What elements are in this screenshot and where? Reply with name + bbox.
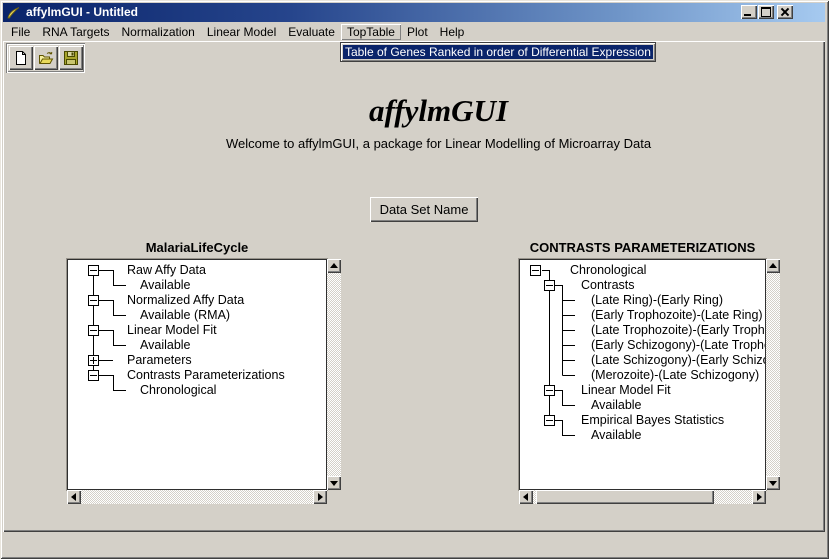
arrow-right-icon xyxy=(318,493,323,501)
tree-node[interactable]: Available xyxy=(140,338,191,352)
app-feather-icon xyxy=(6,6,22,20)
tree-node[interactable]: (Late Schizogony)-(Early Schizogony) xyxy=(591,353,766,367)
save-floppy-icon xyxy=(63,50,79,66)
arrow-up-icon xyxy=(330,263,338,268)
toptable-dropdown-menu: Table of Genes Ranked in order of Differ… xyxy=(340,42,656,62)
minimize-icon xyxy=(744,14,751,16)
scroll-trough[interactable] xyxy=(81,490,313,504)
tree-node[interactable]: Chronological xyxy=(570,263,646,277)
expander-minus-icon[interactable] xyxy=(88,265,99,276)
expander-minus-icon[interactable] xyxy=(88,295,99,306)
menu-toptable[interactable]: TopTable Table of Genes Ranked in order … xyxy=(341,24,401,40)
minimize-button[interactable] xyxy=(741,5,757,19)
expander-minus-icon[interactable] xyxy=(544,415,555,426)
new-file-icon xyxy=(13,50,29,66)
maximize-button[interactable] xyxy=(758,5,774,19)
tree-node[interactable]: (Early Trophozoite)-(Late Ring) xyxy=(591,308,763,322)
scroll-left-button[interactable] xyxy=(67,490,81,504)
tree-node[interactable]: Available xyxy=(140,278,191,292)
tree-node[interactable]: (Merozoite)-(Late Schizogony) xyxy=(591,368,759,382)
scroll-up-button[interactable] xyxy=(327,259,341,273)
tree-node[interactable]: Parameters xyxy=(127,353,192,367)
app-heading: affylmGUI xyxy=(24,93,829,129)
scroll-down-button[interactable] xyxy=(327,476,341,490)
data-set-name-button[interactable]: Data Set Name xyxy=(370,197,478,222)
expander-minus-icon[interactable] xyxy=(88,325,99,336)
scroll-left-button[interactable] xyxy=(519,490,533,504)
save-file-button[interactable] xyxy=(59,46,83,70)
left-tree: Raw Affy Data Available Normalized Affy … xyxy=(67,259,327,490)
maximize-icon xyxy=(761,7,771,17)
menu-file[interactable]: File xyxy=(5,24,36,40)
menu-linear-model[interactable]: Linear Model xyxy=(201,24,282,40)
right-tree-vertical-scrollbar[interactable] xyxy=(766,259,780,490)
menu-help[interactable]: Help xyxy=(434,24,471,40)
menu-toptable-label: TopTable xyxy=(347,25,395,39)
menu-plot[interactable]: Plot xyxy=(401,24,434,40)
expander-minus-icon[interactable] xyxy=(544,385,555,396)
window-title: affylmGUI - Untitled xyxy=(26,3,138,22)
expander-minus-icon[interactable] xyxy=(88,370,99,381)
scroll-right-button[interactable] xyxy=(752,490,766,504)
arrow-down-icon xyxy=(769,481,777,486)
menu-item-table-of-genes[interactable]: Table of Genes Ranked in order of Differ… xyxy=(343,45,653,59)
menu-normalization[interactable]: Normalization xyxy=(116,24,201,40)
tree-node[interactable]: Linear Model Fit xyxy=(127,323,217,337)
tree-node[interactable]: Available xyxy=(591,428,642,442)
scroll-right-button[interactable] xyxy=(313,490,327,504)
tree-node[interactable]: Contrasts xyxy=(581,278,635,292)
left-tree-title: MalariaLifeCycle xyxy=(67,240,327,255)
right-tree-title: CONTRASTS PARAMETERIZATIONS xyxy=(519,240,766,255)
expander-plus-icon[interactable] xyxy=(88,355,99,366)
welcome-text: Welcome to affylmGUI, a package for Line… xyxy=(24,136,829,151)
tree-node[interactable]: Raw Affy Data xyxy=(127,263,206,277)
scroll-up-button[interactable] xyxy=(766,259,780,273)
arrow-right-icon xyxy=(757,493,762,501)
scroll-thumb[interactable] xyxy=(536,490,714,504)
tree-node[interactable]: (Late Trophozoite)-(Early Trophozoite) xyxy=(591,323,766,337)
menu-evaluate[interactable]: Evaluate xyxy=(282,24,341,40)
tree-node[interactable]: (Late Ring)-(Early Ring) xyxy=(591,293,723,307)
app-window: affylmGUI - Untitled File RNA Targets No… xyxy=(0,0,829,559)
left-tree-horizontal-scrollbar[interactable] xyxy=(67,490,327,504)
scroll-trough[interactable] xyxy=(327,273,341,476)
new-file-button[interactable] xyxy=(9,46,33,70)
close-button[interactable] xyxy=(777,5,793,19)
arrow-down-icon xyxy=(330,481,338,486)
left-tree-vertical-scrollbar[interactable] xyxy=(327,259,341,490)
open-folder-icon xyxy=(38,50,54,66)
arrow-up-icon xyxy=(769,263,777,268)
tree-node[interactable]: Linear Model Fit xyxy=(581,383,671,397)
open-file-button[interactable] xyxy=(34,46,58,70)
tree-node[interactable]: Empirical Bayes Statistics xyxy=(581,413,724,427)
scroll-trough[interactable] xyxy=(533,490,752,504)
scroll-trough[interactable] xyxy=(766,273,780,476)
menu-rna-targets[interactable]: RNA Targets xyxy=(36,24,115,40)
close-icon xyxy=(777,5,793,19)
tree-node[interactable]: Chronological xyxy=(140,383,216,397)
tree-node[interactable]: (Early Schizogony)-(Late Trophozoite) xyxy=(591,338,766,352)
tree-node[interactable]: Available (RMA) xyxy=(140,308,230,322)
tree-node[interactable]: Available xyxy=(591,398,642,412)
menu-bar: File RNA Targets Normalization Linear Mo… xyxy=(3,22,827,41)
right-tree: Chronological Contrasts (Late Ring)-(Ear… xyxy=(519,259,766,490)
scroll-down-button[interactable] xyxy=(766,476,780,490)
tree-node[interactable]: Normalized Affy Data xyxy=(127,293,244,307)
arrow-left-icon xyxy=(71,493,76,501)
titlebar[interactable]: affylmGUI - Untitled xyxy=(3,3,825,22)
expander-minus-icon[interactable] xyxy=(530,265,541,276)
expander-minus-icon[interactable] xyxy=(544,280,555,291)
toolbar xyxy=(6,43,85,73)
tree-node[interactable]: Contrasts Parameterizations xyxy=(127,368,285,382)
arrow-left-icon xyxy=(523,493,528,501)
right-tree-horizontal-scrollbar[interactable] xyxy=(519,490,766,504)
